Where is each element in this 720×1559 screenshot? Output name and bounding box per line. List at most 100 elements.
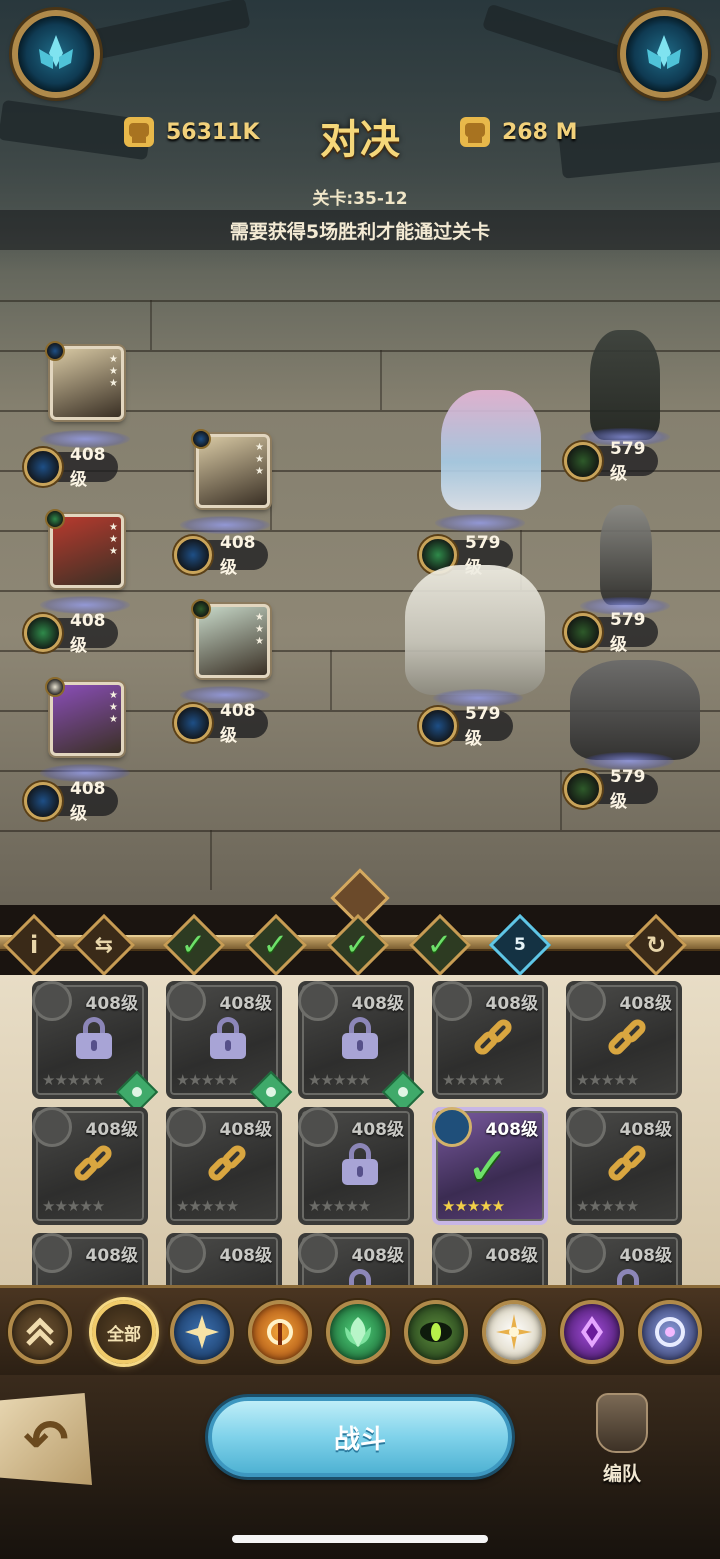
chain-link-icon [204, 1141, 252, 1189]
player-faction-emblem [12, 10, 100, 98]
hero-grid-cell[interactable]: 408级★★★★★ [566, 1233, 682, 1285]
hero-level-tag: 579级 [564, 767, 658, 812]
faction-badge [174, 704, 212, 742]
current-battle-marker: 5 [488, 913, 552, 977]
enemy-hero-figure [405, 565, 545, 695]
faction-badge [24, 448, 62, 486]
hero-level: 408级 [351, 994, 405, 1014]
hero-artifact-card: ★ ★ ★ [191, 429, 270, 508]
hero-level: 408级 [85, 994, 139, 1014]
formation-label: 编队 [602, 1463, 641, 1485]
hero-level: 408级 [70, 444, 106, 490]
hero-grid-cell[interactable]: 408级 ★★★★★ [166, 981, 293, 1114]
faction-badge [191, 599, 211, 619]
faction-badge [32, 1107, 72, 1147]
hero-grid-cell[interactable]: 408级★★★★★ [298, 1233, 414, 1285]
faction-badge [298, 981, 338, 1021]
filter-all-button[interactable]: 全部 [92, 1300, 156, 1364]
filter-mauler-button[interactable] [248, 1300, 312, 1364]
faction-badge [432, 1233, 472, 1273]
hero-grid-cell[interactable]: 408级★★★★★ [32, 981, 159, 1114]
card-stars: ★ ★ ★ [109, 522, 118, 557]
hypogean-crystal-icon [581, 1316, 603, 1348]
hero-artifact-card: ★ ★ ★ [191, 599, 270, 678]
enemy-power: 268 M [460, 117, 577, 147]
back-arrow-icon: ↶ [23, 1407, 69, 1471]
hero-stars: ★★★★★ [42, 1197, 105, 1215]
faction-badge [166, 1107, 206, 1147]
filter-dimensional-button[interactable] [638, 1300, 702, 1364]
faction-badge [564, 613, 602, 651]
hero-grid-cell[interactable]: 408级★★★★★ [432, 1233, 548, 1285]
hero-artifact-card: ★ ★ ★ [45, 341, 124, 420]
faction-badge [166, 1233, 206, 1273]
collapse-filter-button[interactable] [8, 1300, 72, 1364]
hero-level: 408级 [220, 532, 256, 578]
card-stars: ★ ★ ★ [255, 442, 264, 477]
hero-level: 408级 [85, 1120, 139, 1140]
hero-grid-cell[interactable]: 408级★★★★★ [566, 1107, 682, 1225]
footer: ↶ 战斗 编队 [0, 1375, 720, 1559]
reset-button[interactable]: ↻ [624, 913, 688, 977]
hero-platform [435, 514, 525, 532]
hero-grid-cell[interactable]: 408级★★★★★ [166, 1233, 282, 1285]
fist-icon [124, 117, 154, 147]
filter-lightbearer-button[interactable] [170, 1300, 234, 1364]
fight-button[interactable]: 战斗 [208, 1397, 512, 1477]
hero-level: 408级 [219, 994, 273, 1014]
hero-grid-cell[interactable]: 408级 ★★★★★ [166, 1107, 282, 1225]
hero-stars: ★★★★★ [576, 1071, 639, 1089]
lock-icon [208, 1017, 248, 1059]
hero-level-tag: 579级 [564, 610, 658, 655]
faction-badge [566, 1107, 606, 1147]
hero-level-tag: 579级 [564, 439, 658, 484]
faction-badge [45, 509, 65, 529]
hero-level: 408级 [351, 1246, 405, 1266]
filter-hypogean-button[interactable] [560, 1300, 624, 1364]
hero-stars: ★★★★★ [176, 1071, 239, 1089]
chain-link-icon [470, 1015, 518, 1063]
enemy-faction-emblem [620, 10, 708, 98]
hero-level: 579级 [610, 438, 646, 484]
hero-level: 408级 [485, 994, 539, 1014]
faction-badge [166, 981, 206, 1021]
hero-grid-cell[interactable]: 408级★★★★★ [432, 981, 548, 1099]
reset-icon: ↻ [645, 930, 667, 959]
hero-level-tag: 408级 [24, 779, 118, 824]
filter-wilder-button[interactable] [326, 1300, 390, 1364]
info-button[interactable]: i [2, 913, 66, 977]
faction-badge [564, 442, 602, 480]
hero-level-tag: 408级 [174, 533, 268, 578]
hero-level-tag: 408级 [24, 611, 118, 656]
hero-stars: ★★★★★ [176, 1197, 239, 1215]
chain-link-icon [604, 1141, 652, 1189]
hero-grid-cell[interactable]: 408级 ✓ ★★★★★ [432, 1107, 548, 1225]
check-icon: ✓ [427, 927, 453, 963]
check-icon: ✓ [181, 927, 207, 963]
hero-grid-cell[interactable]: 408级★★★★★ [298, 1107, 414, 1225]
hero-grid-cell[interactable]: 408级 ★★★★★ [32, 1107, 148, 1225]
hero-level: 579级 [610, 609, 646, 655]
hero-level: 408级 [219, 1120, 273, 1140]
home-indicator[interactable] [232, 1535, 488, 1543]
hero-grid-cell[interactable]: 408级★★★★★ [566, 981, 682, 1099]
filter-graveborn-button[interactable] [404, 1300, 468, 1364]
hero-level: 408级 [70, 778, 106, 824]
check-icon: ✓ [345, 927, 371, 963]
enemy-hero-figure [570, 660, 700, 760]
hero-level: 579级 [465, 703, 501, 749]
faction-badge [174, 536, 212, 574]
hero-grid-cell[interactable]: 408级★★★★★ [298, 981, 425, 1114]
faction-badge [566, 981, 606, 1021]
faction-badge [32, 1233, 72, 1273]
player-power-value: 56311K [166, 119, 260, 145]
hero-selection-grid[interactable]: 408级 ★★★★★ 408级 ★★★★★ 408级 ★★★★★ 408级 ★★★★★ 408级… [0, 975, 720, 1285]
lock-icon [340, 1143, 380, 1185]
faction-badge [566, 1233, 606, 1273]
filter-celestial-button[interactable] [482, 1300, 546, 1364]
hero-level-tag: 408级 [24, 445, 118, 490]
formation-button[interactable]: 编队 [580, 1393, 664, 1489]
swap-button[interactable]: ⇆ [72, 913, 136, 977]
back-button[interactable]: ↶ [0, 1393, 92, 1485]
hero-grid-cell[interactable]: 408级★★★★★ [32, 1233, 148, 1285]
